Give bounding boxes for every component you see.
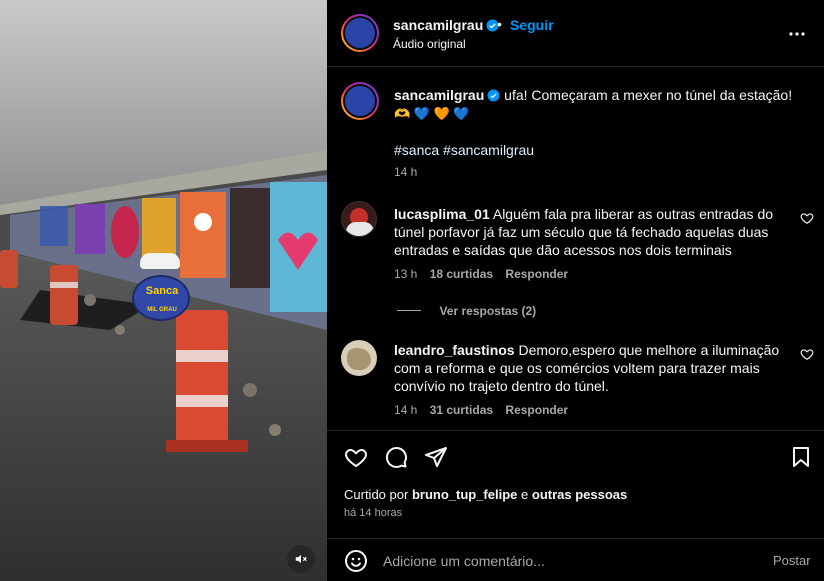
- reply-button[interactable]: Responder: [505, 403, 568, 417]
- comment-like-heart-icon[interactable]: [800, 347, 814, 361]
- post-details-panel: sancamilgrau • Seguir Áudio original san…: [327, 0, 824, 581]
- comment-icon[interactable]: [384, 445, 408, 469]
- logo-subtext: MIL GRAU: [147, 307, 177, 313]
- emoji-icon[interactable]: [344, 549, 368, 573]
- caption-avatar[interactable]: [341, 82, 379, 120]
- share-icon[interactable]: [424, 445, 448, 469]
- liked-by-summary[interactable]: Curtido por bruno_tup_felipe e outras pe…: [344, 487, 627, 502]
- sanca-logo-overlay: Sanca MIL GRAU: [132, 253, 192, 323]
- post-media-video[interactable]: Sanca MIL GRAU: [0, 0, 327, 581]
- reply-button[interactable]: Responder: [505, 267, 568, 281]
- view-replies-button[interactable]: Ver respostas (2): [397, 302, 536, 318]
- bookmark-icon[interactable]: [789, 445, 813, 469]
- follow-button[interactable]: Seguir: [510, 17, 554, 33]
- post-actions-bar: Curtido por bruno_tup_felipe e outras pe…: [327, 430, 824, 530]
- muted-speaker-icon: [295, 554, 307, 564]
- caption-text: ufa! Começaram a mexer no túnel da estaç…: [504, 87, 793, 103]
- comment-username[interactable]: leandro_faustinos: [394, 342, 515, 358]
- comment-likes-count[interactable]: 31 curtidas: [430, 403, 493, 417]
- mute-toggle-button[interactable]: [287, 545, 315, 573]
- heart-icon[interactable]: [344, 445, 368, 469]
- logo-text: Sanca: [145, 285, 179, 297]
- replies-divider-line: [397, 310, 421, 312]
- comment-composer: Postar: [327, 538, 824, 581]
- separator-dot: •: [497, 16, 502, 32]
- comment-timestamp: 14 h: [394, 403, 418, 417]
- comments-list[interactable]: sancamilgrau ufa! Começaram a mexer no t…: [327, 68, 824, 430]
- commenter-avatar[interactable]: [341, 201, 377, 237]
- verified-badge-icon: [487, 89, 500, 102]
- caption-username[interactable]: sancamilgrau: [394, 87, 484, 103]
- comment-input[interactable]: [383, 551, 743, 571]
- caption-timestamp: 14 h: [394, 165, 418, 179]
- audio-label[interactable]: Áudio original: [393, 37, 466, 51]
- caption-hashtags[interactable]: #sanca #sancamilgrau: [394, 141, 534, 159]
- author-username[interactable]: sancamilgrau: [393, 17, 499, 33]
- post-header: sancamilgrau • Seguir Áudio original: [327, 0, 824, 67]
- comment-like-heart-icon[interactable]: [800, 211, 814, 225]
- comment-likes-count[interactable]: 18 curtidas: [430, 267, 493, 281]
- traffic-cone-left: [0, 250, 18, 288]
- liked-by-others[interactable]: outras pessoas: [532, 487, 627, 502]
- comment-username[interactable]: lucasplima_01: [394, 206, 490, 222]
- traffic-cone-small: [50, 265, 78, 325]
- post-comment-button[interactable]: Postar: [773, 553, 811, 568]
- post-timestamp[interactable]: há 14 horas: [344, 507, 402, 519]
- more-options-icon[interactable]: [785, 22, 809, 46]
- liked-by-user[interactable]: bruno_tup_felipe: [412, 487, 517, 502]
- commenter-avatar[interactable]: [341, 340, 377, 376]
- comment-timestamp: 13 h: [394, 267, 418, 281]
- caption-emojis: 🫶 💙 🧡 💙: [394, 106, 470, 121]
- author-avatar[interactable]: [341, 14, 379, 52]
